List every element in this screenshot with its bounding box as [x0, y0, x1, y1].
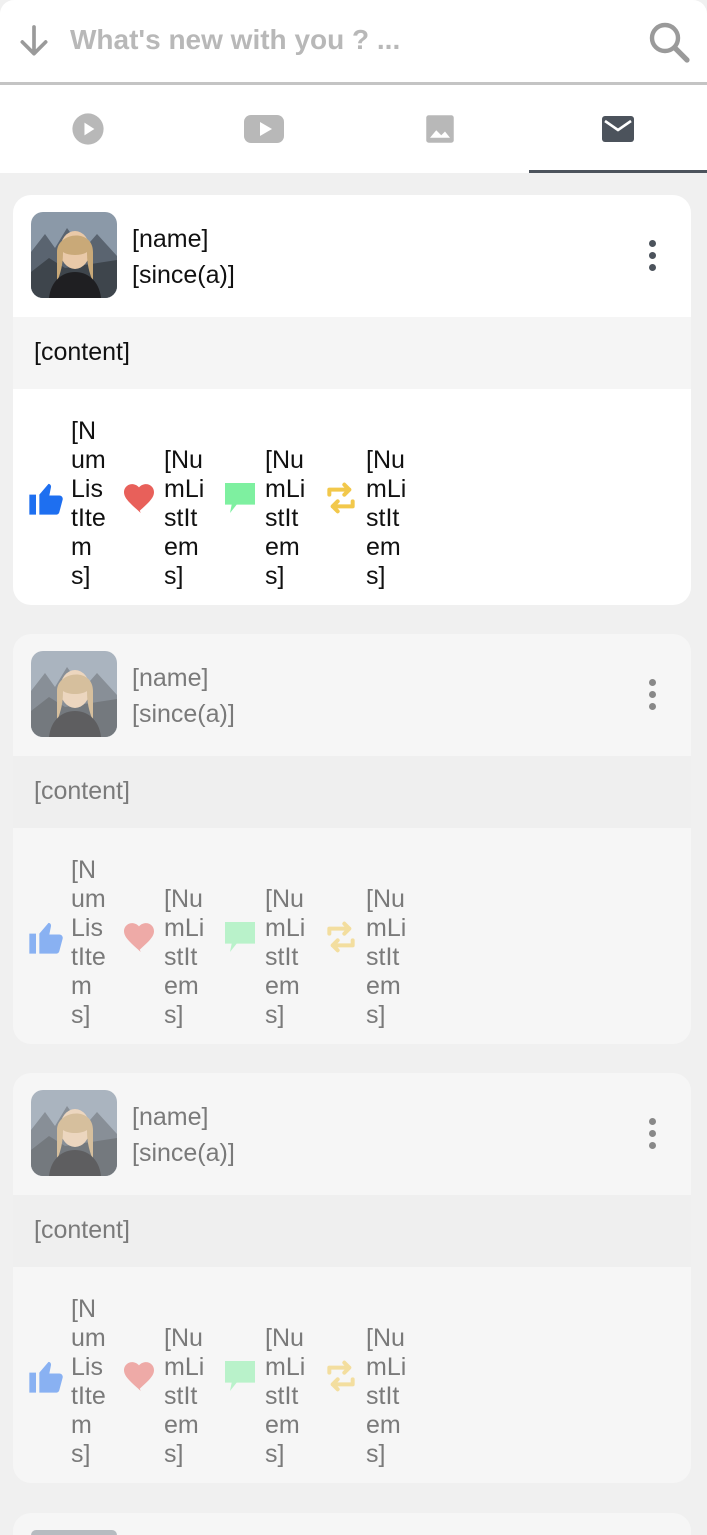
- repeat-icon[interactable]: [321, 478, 361, 518]
- post-time: [since(a)]: [132, 261, 235, 289]
- post-content: [content]: [13, 756, 691, 828]
- repost-count: [NumListItems]: [366, 1324, 407, 1468]
- post-content-text: [content]: [34, 1216, 130, 1244]
- tab-youtube[interactable]: [176, 85, 352, 173]
- author-name[interactable]: [name]: [132, 1103, 208, 1132]
- more-options-button[interactable]: [637, 674, 667, 714]
- post-content-text: [content]: [34, 777, 130, 805]
- play-circle-icon: [72, 113, 104, 145]
- comment-count: [NumListItems]: [265, 446, 306, 590]
- more-options-button[interactable]: [637, 1113, 667, 1153]
- search-input[interactable]: What's new with you ? ...: [70, 24, 400, 56]
- search-icon[interactable]: [645, 18, 693, 66]
- author-name[interactable]: [name]: [132, 664, 208, 693]
- avatar[interactable]: [31, 212, 117, 298]
- arrow-down-icon[interactable]: [14, 22, 54, 62]
- image-icon: [426, 115, 454, 143]
- heart-count: [NumListItems]: [164, 885, 205, 1029]
- comment-count: [NumListItems]: [265, 885, 306, 1029]
- post-header: [name] [since(a)]: [13, 634, 691, 756]
- comment-icon[interactable]: [220, 917, 260, 957]
- like-count: [NumListItems]: [71, 856, 106, 1029]
- post-content-text: [content]: [34, 338, 130, 366]
- more-vert-icon: [648, 1117, 656, 1125]
- post-card: [name] [since(a)] [content] [NumListItem…: [13, 1073, 691, 1483]
- repost-count: [NumListItems]: [366, 446, 407, 590]
- like-count: [NumListItems]: [71, 1295, 106, 1468]
- repeat-icon[interactable]: [321, 1356, 361, 1396]
- heart-icon[interactable]: [119, 917, 159, 957]
- post-time: [since(a)]: [132, 700, 235, 728]
- tab-mail[interactable]: [529, 85, 707, 173]
- heart-icon[interactable]: [119, 478, 159, 518]
- post-card-partial: [13, 1513, 691, 1535]
- post-card: [name] [since(a)] [content] [NumListItem…: [13, 634, 691, 1044]
- comment-icon[interactable]: [220, 478, 260, 518]
- post-actions: [NumListItems] [NumListItems] [NumListIt…: [13, 828, 691, 1044]
- post-content: [content]: [13, 1195, 691, 1267]
- post-actions: [NumListItems] [NumListItems] [NumListIt…: [13, 389, 691, 605]
- more-options-button[interactable]: [637, 235, 667, 275]
- tab-video[interactable]: [0, 85, 176, 173]
- thumb-up-icon[interactable]: [26, 917, 66, 957]
- heart-icon[interactable]: [119, 1356, 159, 1396]
- post-header: [name] [since(a)]: [13, 195, 691, 317]
- more-vert-icon: [648, 678, 656, 686]
- tab-image[interactable]: [352, 85, 528, 173]
- repeat-icon[interactable]: [321, 917, 361, 957]
- avatar[interactable]: [31, 651, 117, 737]
- heart-count: [NumListItems]: [164, 1324, 205, 1468]
- author-name[interactable]: [name]: [132, 225, 208, 254]
- thumb-up-icon[interactable]: [26, 478, 66, 518]
- post-content: [content]: [13, 317, 691, 389]
- comment-icon[interactable]: [220, 1356, 260, 1396]
- heart-count: [NumListItems]: [164, 446, 205, 590]
- post-card: [name] [since(a)] [content] [NumListItem…: [13, 195, 691, 605]
- search-bar: What's new with you ? ...: [0, 0, 707, 85]
- youtube-icon: [244, 115, 284, 143]
- thumb-up-icon[interactable]: [26, 1356, 66, 1396]
- like-count: [NumListItems]: [71, 417, 106, 590]
- post-header: [name] [since(a)]: [13, 1073, 691, 1195]
- mail-icon: [602, 116, 634, 142]
- post-actions: [NumListItems] [NumListItems] [NumListIt…: [13, 1267, 691, 1483]
- more-vert-icon: [648, 239, 656, 247]
- comment-count: [NumListItems]: [265, 1324, 306, 1468]
- avatar[interactable]: [31, 1090, 117, 1176]
- tab-bar: [0, 85, 707, 173]
- avatar: [31, 1530, 117, 1535]
- repost-count: [NumListItems]: [366, 885, 407, 1029]
- post-time: [since(a)]: [132, 1139, 235, 1167]
